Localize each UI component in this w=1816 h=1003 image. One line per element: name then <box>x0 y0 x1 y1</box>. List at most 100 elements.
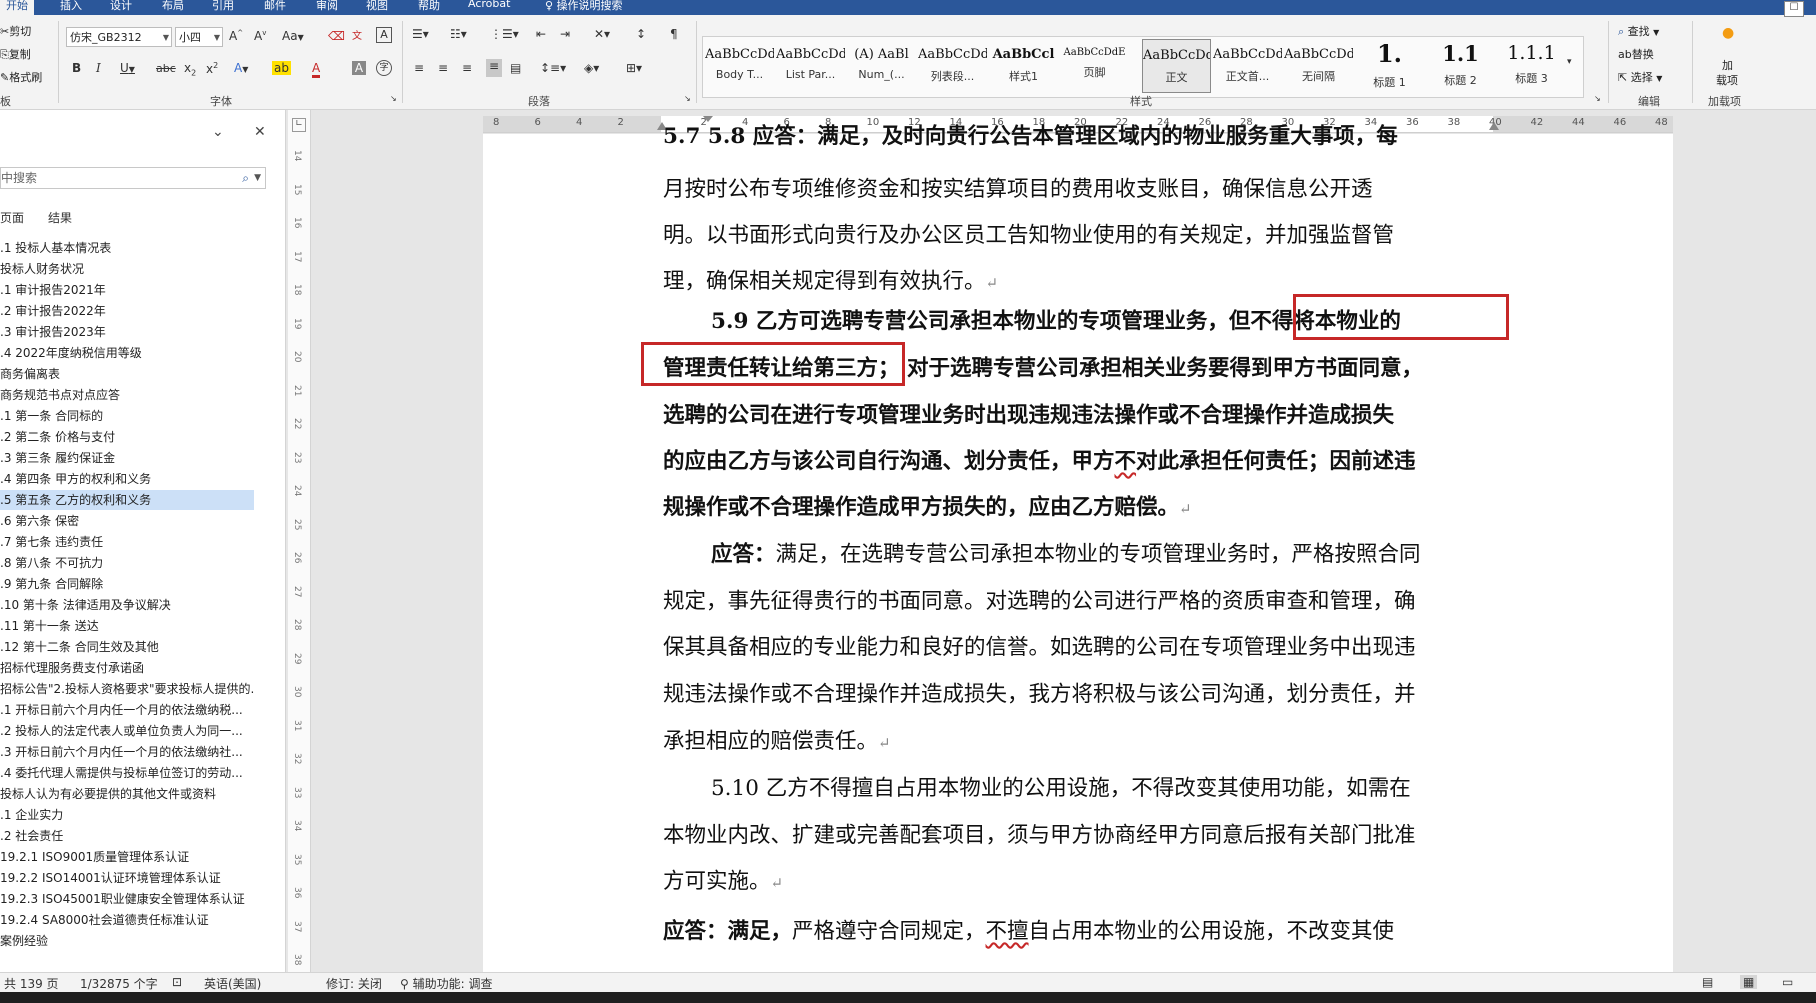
accessibility-status[interactable]: ⚲ 辅助功能: 调查 <box>400 975 492 992</box>
nav-heading-item[interactable]: .3 审计报告2023年 <box>0 322 254 342</box>
phonetic-guide-button[interactable]: 文 <box>352 27 362 42</box>
nav-heading-item[interactable]: 案例经验 <box>0 931 254 951</box>
document-page[interactable]: 5.7 5.8 应答：满足，及时向贵行公告本管理区域内的物业服务重大事项，每 月… <box>483 124 1673 972</box>
nav-tab-results[interactable]: 结果 <box>48 209 72 226</box>
font-color-icon[interactable]: A <box>312 61 321 78</box>
style-heading-3[interactable]: 1.1.1 标题 3 <box>1497 39 1566 93</box>
tell-me-search[interactable]: ♀ 操作说明搜索 <box>545 0 623 13</box>
tab-selector-icon[interactable]: ∟ <box>292 118 306 132</box>
chinese-layout-icon[interactable]: ✕▾ <box>594 27 610 41</box>
replace-button[interactable]: ab替换 <box>1618 46 1654 62</box>
tab-help[interactable]: 帮助 <box>418 0 440 13</box>
print-layout-icon[interactable]: ▦ <box>1740 975 1758 989</box>
nav-heading-item[interactable]: 19.2.3 ISO45001职业健康安全管理体系认证 <box>0 889 254 909</box>
copy-button[interactable]: ⎘复制 <box>0 46 31 62</box>
borders-icon[interactable]: ⊞▾ <box>626 61 642 75</box>
tab-layout[interactable]: 布局 <box>162 0 184 13</box>
nav-heading-item[interactable]: 投标人认为有必要提供的其他文件或资料 <box>0 784 254 804</box>
nav-heading-item[interactable]: 19.2.4 SA8000社会道德责任标准认证 <box>0 910 254 930</box>
style-normal-indent[interactable]: AaBbCcDd 正文首... <box>1213 39 1282 93</box>
nav-heading-item[interactable]: .2 第二条 价格与支付 <box>0 427 254 447</box>
numbering-icon[interactable]: ☷▾ <box>450 27 467 41</box>
styles-dialog-launcher-icon[interactable]: ↘ <box>1594 94 1601 103</box>
decrease-indent-icon[interactable]: ⇤ <box>536 27 546 41</box>
nav-heading-item[interactable]: 商务偏离表 <box>0 364 254 384</box>
character-shading-icon[interactable]: A <box>352 61 366 75</box>
sort-icon[interactable]: ↕ <box>636 27 646 41</box>
highlight-icon[interactable]: ab <box>272 61 291 75</box>
align-right-icon[interactable]: ≡ <box>462 61 472 75</box>
share-icon[interactable]: ☐ <box>1784 1 1804 17</box>
select-button[interactable]: ⇱ 选择 ▼ <box>1618 69 1662 85</box>
italic-button[interactable]: I <box>96 61 101 75</box>
increase-indent-icon[interactable]: ⇥ <box>560 27 570 41</box>
style-body-text[interactable]: AaBbCcDd Body T... <box>705 39 774 93</box>
cut-button[interactable]: ✂剪切 <box>0 23 31 39</box>
change-case-button[interactable]: Aa▼ <box>282 29 304 43</box>
justify-icon[interactable]: ≡ <box>486 59 502 77</box>
style-heading-2[interactable]: 1.1 标题 2 <box>1426 39 1495 93</box>
bullets-icon[interactable]: ☰▾ <box>412 27 429 41</box>
nav-heading-item[interactable]: .3 开标日前六个月内任一个月的依法缴纳社... <box>0 742 254 762</box>
style-normal[interactable]: AaBbCcDd 正文 <box>1142 39 1211 93</box>
track-changes-status[interactable]: 修订: 关闭 <box>326 975 382 992</box>
style-1[interactable]: AaBbCcl 样式1 <box>989 39 1058 93</box>
nav-heading-item[interactable]: .4 2022年度纳税信用等级 <box>0 343 254 363</box>
nav-tab-pages[interactable]: 页面 <box>0 209 24 226</box>
nav-heading-item[interactable]: 招标代理服务费支付承诺函 <box>0 658 254 678</box>
find-button[interactable]: ⌕ 查找 ▼ <box>1618 23 1659 39</box>
tab-home[interactable]: 开始 <box>0 0 34 15</box>
underline-button[interactable]: U▼ <box>120 61 135 75</box>
style-heading-1[interactable]: 1. 标题 1 <box>1355 39 1424 93</box>
nav-heading-item[interactable]: .8 第八条 不可抗力 <box>0 553 254 573</box>
text-effects-icon[interactable]: A▼ <box>234 61 248 75</box>
superscript-button[interactable]: x2 <box>206 61 218 76</box>
font-dialog-launcher-icon[interactable]: ↘ <box>390 94 397 103</box>
tab-references[interactable]: 引用 <box>212 0 234 13</box>
tab-mailings[interactable]: 邮件 <box>264 0 286 13</box>
tab-review[interactable]: 审阅 <box>316 0 338 13</box>
style-footer[interactable]: AaBbCcDdE 页脚 <box>1060 39 1129 93</box>
close-icon[interactable]: ✕ <box>254 124 266 140</box>
align-center-icon[interactable]: ≡ <box>438 61 448 75</box>
style-no-spacing[interactable]: AaBbCcDd 无间隔 <box>1284 39 1353 93</box>
tab-insert[interactable]: 插入 <box>60 0 82 13</box>
nav-heading-item[interactable]: .1 第一条 合同标的 <box>0 406 254 426</box>
load-addins-button[interactable]: 加 <box>1722 57 1733 73</box>
tab-design[interactable]: 设计 <box>110 0 132 13</box>
subscript-button[interactable]: x2 <box>184 61 196 77</box>
nav-heading-item[interactable]: .10 第十条 法律适用及争议解决 <box>0 595 254 615</box>
grow-font-icon[interactable]: A^ <box>229 29 243 43</box>
language-indicator[interactable]: 英语(美国) <box>204 975 261 992</box>
nav-heading-item[interactable]: .2 社会责任 <box>0 826 254 846</box>
font-size-combo[interactable]: 小四 ▼ <box>175 27 223 47</box>
page-count[interactable]: 共 139 页 <box>4 975 59 992</box>
font-name-combo[interactable]: 仿宋_GB2312 ▼ <box>66 27 172 47</box>
styles-more-icon[interactable]: ▾ <box>1567 57 1572 67</box>
nav-heading-item-selected[interactable]: .5 第五条 乙方的权利和义务 <box>0 490 254 510</box>
nav-heading-item[interactable]: .11 第十一条 送达 <box>0 616 254 636</box>
clear-format-icon[interactable]: ⌫ <box>328 29 345 43</box>
nav-heading-item[interactable]: .2 投标人的法定代表人或单位负责人为同一... <box>0 721 254 741</box>
nav-heading-item[interactable]: .2 审计报告2022年 <box>0 301 254 321</box>
nav-heading-item[interactable]: .4 第四条 甲方的权利和义务 <box>0 469 254 489</box>
chevron-down-icon[interactable]: ⌄ <box>212 124 224 140</box>
nav-heading-item[interactable]: .1 投标人基本情况表 <box>0 238 254 258</box>
enclose-characters-icon[interactable]: 字 <box>376 60 392 76</box>
nav-heading-item[interactable]: 商务规范书点对点应答 <box>0 385 254 405</box>
nav-heading-item[interactable]: .6 第六条 保密 <box>0 511 254 531</box>
align-left-icon[interactable]: ≡ <box>414 61 424 75</box>
read-mode-icon[interactable]: ▤ <box>1702 975 1713 989</box>
character-border-button[interactable]: A <box>376 27 392 43</box>
vertical-ruler[interactable]: ∟ 14 15 16 17 18 19 20 21 22 23 24 25 26 27 28 29 30 31 32… <box>288 110 311 972</box>
nav-heading-item[interactable]: .7 第七条 违约责任 <box>0 532 254 552</box>
style-num[interactable]: (A) AaBl Num_(... <box>847 39 916 93</box>
nav-heading-item[interactable]: .12 第十二条 合同生效及其他 <box>0 637 254 657</box>
nav-search-input[interactable]: 中搜索 ⌕ ▼ <box>0 167 266 189</box>
web-layout-icon[interactable]: ▭ <box>1782 975 1793 989</box>
nav-heading-item[interactable]: .1 审计报告2021年 <box>0 280 254 300</box>
format-painter-button[interactable]: ✎格式刷 <box>0 69 42 85</box>
nav-heading-item[interactable]: .3 第三条 履约保证金 <box>0 448 254 468</box>
proofing-icon[interactable]: ⊡ <box>172 975 182 989</box>
nav-heading-item[interactable]: .4 委托代理人需提供与投标单位签订的劳动... <box>0 763 254 783</box>
